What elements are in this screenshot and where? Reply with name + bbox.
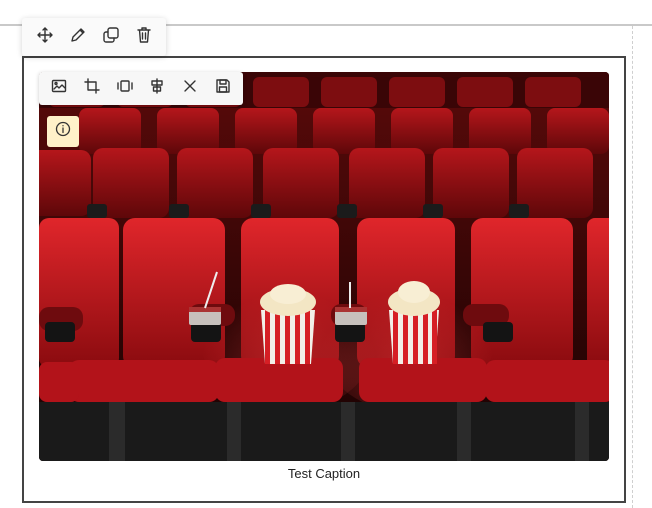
close-button[interactable] bbox=[177, 76, 203, 102]
cinema-image[interactable] bbox=[39, 72, 609, 461]
info-icon bbox=[55, 121, 71, 142]
move-icon bbox=[36, 26, 54, 49]
save-button[interactable] bbox=[210, 76, 236, 102]
replace-image-icon bbox=[51, 78, 67, 99]
edit-button[interactable] bbox=[64, 23, 92, 51]
resize-icon bbox=[116, 78, 133, 99]
block-toolbar bbox=[22, 18, 166, 56]
crop-icon bbox=[84, 78, 100, 99]
resize-button[interactable] bbox=[112, 76, 138, 102]
duplicate-icon bbox=[102, 26, 120, 49]
image-caption[interactable]: Test Caption bbox=[39, 466, 609, 481]
align-button[interactable] bbox=[144, 76, 170, 102]
layout-guide-line bbox=[632, 26, 633, 508]
close-icon bbox=[182, 78, 198, 99]
info-button[interactable] bbox=[47, 116, 79, 147]
crop-button[interactable] bbox=[79, 76, 105, 102]
replace-image-button[interactable] bbox=[46, 76, 72, 102]
duplicate-button[interactable] bbox=[97, 23, 125, 51]
save-icon bbox=[215, 78, 231, 99]
move-button[interactable] bbox=[31, 23, 59, 51]
image-toolbar bbox=[39, 72, 243, 105]
align-icon bbox=[149, 78, 165, 99]
edit-icon bbox=[69, 26, 87, 49]
delete-button[interactable] bbox=[130, 23, 158, 51]
trash-icon bbox=[135, 26, 153, 49]
cinema-seats-picture bbox=[39, 72, 609, 461]
